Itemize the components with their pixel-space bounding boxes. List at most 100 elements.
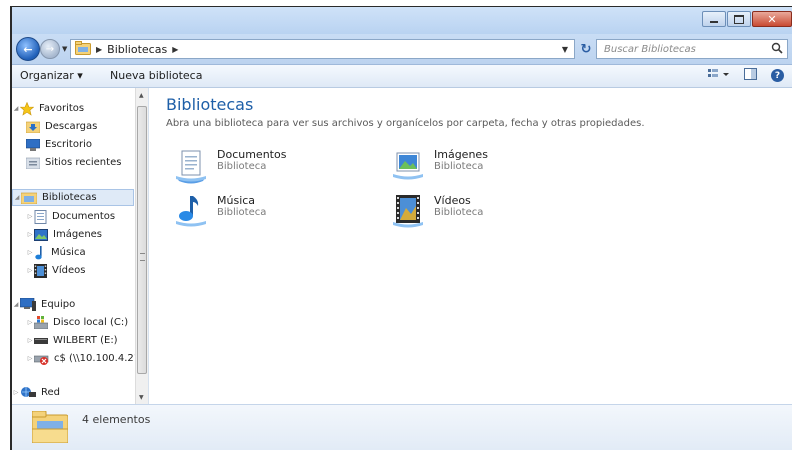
library-type: Biblioteca [434,161,484,172]
nav-computer[interactable]: ◢ Equipo [12,296,75,313]
downloads-folder-icon [26,120,40,133]
back-button[interactable]: ← [16,37,40,61]
breadcrumb-bibliotecas[interactable]: Bibliotecas [107,43,167,56]
nav-item-label: Imágenes [53,229,103,240]
arrow-right-icon: → [45,43,55,55]
nav-item-music[interactable]: ▷ Música [26,244,86,261]
nav-item-desktop[interactable]: Escritorio [26,136,92,153]
nav-item-label: WILBERT (E:) [53,335,118,346]
breadcrumb-separator-icon[interactable]: ▶ [172,45,178,54]
change-view-icon [708,69,729,77]
film-icon [34,263,47,278]
nav-libraries[interactable]: ◢ Bibliotecas [12,189,134,206]
music-note-icon [34,245,46,260]
nav-item-documents[interactable]: ▷ Documentos [26,208,115,225]
address-dropdown-icon[interactable]: ▼ [562,45,568,54]
nav-item-videos[interactable]: ▷ Vídeos [26,262,85,279]
new-library-button[interactable]: Nueva biblioteca [110,69,202,82]
nav-item-network-drive[interactable]: ▷ c$ (\\10.100.4.21 [26,350,140,367]
expand-arrow-icon[interactable]: ▷ [26,319,34,326]
collapse-arrow-icon[interactable]: ◢ [13,194,21,201]
organize-menu[interactable]: Organizar ▾ [20,69,83,82]
nav-network[interactable]: ▷ Red [12,384,60,401]
nav-favorites[interactable]: ◢ Favoritos [12,100,84,117]
content-pane: Bibliotecas Abra una biblioteca para ver… [149,88,792,404]
search-input[interactable]: Buscar Bibliotecas [604,44,696,55]
libraries-folder-icon [31,410,69,446]
navigation-pane: ◢ Favoritos Descargas Escritorio Sitios … [12,88,149,404]
help-icon: ? [774,70,781,81]
refresh-button[interactable]: ↻ [578,41,594,57]
toolbar-right: ? [708,68,784,83]
nav-item-local-disk[interactable]: ▷ Disco local (C:) [26,314,128,331]
close-button[interactable]: ✕ [752,11,792,27]
maximize-button[interactable] [727,11,751,27]
library-tile-videos[interactable]: Vídeos Biblioteca [390,194,483,230]
nav-item-recent-places[interactable]: Sitios recientes [26,154,121,171]
nav-item-downloads[interactable]: Descargas [26,118,97,135]
library-tile-documents[interactable]: Documentos Biblioteca [173,148,286,184]
documents-icon [34,209,47,224]
library-type: Biblioteca [217,207,267,218]
expand-arrow-icon[interactable]: ▷ [26,337,34,344]
nav-item-pictures[interactable]: ▷ Imágenes [26,226,102,243]
expand-arrow-icon[interactable]: ▷ [26,213,34,220]
scroll-down-icon[interactable]: ▼ [139,394,144,401]
library-type: Biblioteca [217,161,267,172]
search-icon[interactable] [771,42,783,57]
command-bar: Organizar ▾ Nueva biblioteca ? [12,65,792,88]
page-title: Bibliotecas [166,95,254,114]
address-bar[interactable]: ▶ Bibliotecas ▶ ▼ [70,39,575,59]
arrow-left-icon: ← [23,42,33,56]
library-name: Vídeos [434,194,471,207]
collapse-arrow-icon[interactable]: ◢ [12,301,20,308]
expand-arrow-icon[interactable]: ▷ [26,249,34,256]
close-icon: ✕ [767,12,777,26]
nav-item-label: Vídeos [52,265,86,276]
help-button[interactable]: ? [771,69,784,82]
expand-arrow-icon[interactable]: ▷ [26,355,34,362]
documents-library-icon [173,148,209,184]
collapse-arrow-icon[interactable]: ◢ [12,105,20,112]
libraries-folder-icon [21,191,37,204]
library-type: Biblioteca [434,207,484,218]
scroll-up-icon[interactable]: ▲ [139,92,144,99]
expand-arrow-icon[interactable]: ▷ [26,267,34,274]
maximize-icon [734,14,744,24]
expand-arrow-icon[interactable]: ▷ [12,389,20,396]
libraries-folder-icon [75,40,91,58]
scrollbar-thumb[interactable] [137,106,147,374]
preview-pane-button[interactable] [744,68,757,83]
nav-item-label: Disco local (C:) [53,317,129,328]
music-library-icon [173,194,209,230]
nav-item-removable-drive[interactable]: ▷ WILBERT (E:) [26,332,118,349]
item-count: 4 elementos [82,413,151,426]
library-name: Música [217,194,256,207]
search-box[interactable]: Buscar Bibliotecas [596,39,788,59]
nav-network-label: Red [41,387,60,398]
library-tile-music[interactable]: Música Biblioteca [173,194,266,230]
forward-button[interactable]: → [40,39,60,59]
minimize-button[interactable] [702,11,726,27]
disconnected-network-drive-icon [34,352,49,365]
navigation-bar: ← → ▼ ▶ Bibliotecas ▶ ▼ ↻ Buscar Bibliot… [12,34,792,65]
desktop-icon [26,138,40,151]
expand-arrow-icon[interactable]: ▷ [26,231,34,238]
nav-item-label: c$ (\\10.100.4.21 [54,353,141,364]
breadcrumb-separator-icon[interactable]: ▶ [96,45,102,54]
page-subtitle: Abra una biblioteca para ver sus archivo… [166,118,645,129]
library-name: Imágenes [434,148,488,161]
grip-icon [140,253,145,261]
nav-pane-scrollbar[interactable]: ▲ ▼ [135,88,148,404]
recent-places-icon [26,156,40,169]
nav-item-label: Escritorio [45,139,92,150]
recent-pages-dropdown[interactable]: ▼ [62,45,67,53]
details-pane: 4 elementos [12,404,792,450]
title-bar: ✕ [12,7,792,34]
minimize-icon [710,20,718,23]
nav-libraries-label: Bibliotecas [42,192,97,203]
library-tile-pictures[interactable]: Imágenes Biblioteca [390,148,488,184]
nav-favorites-label: Favoritos [39,103,85,114]
view-options-button[interactable] [708,68,730,83]
pictures-library-icon [390,148,426,184]
